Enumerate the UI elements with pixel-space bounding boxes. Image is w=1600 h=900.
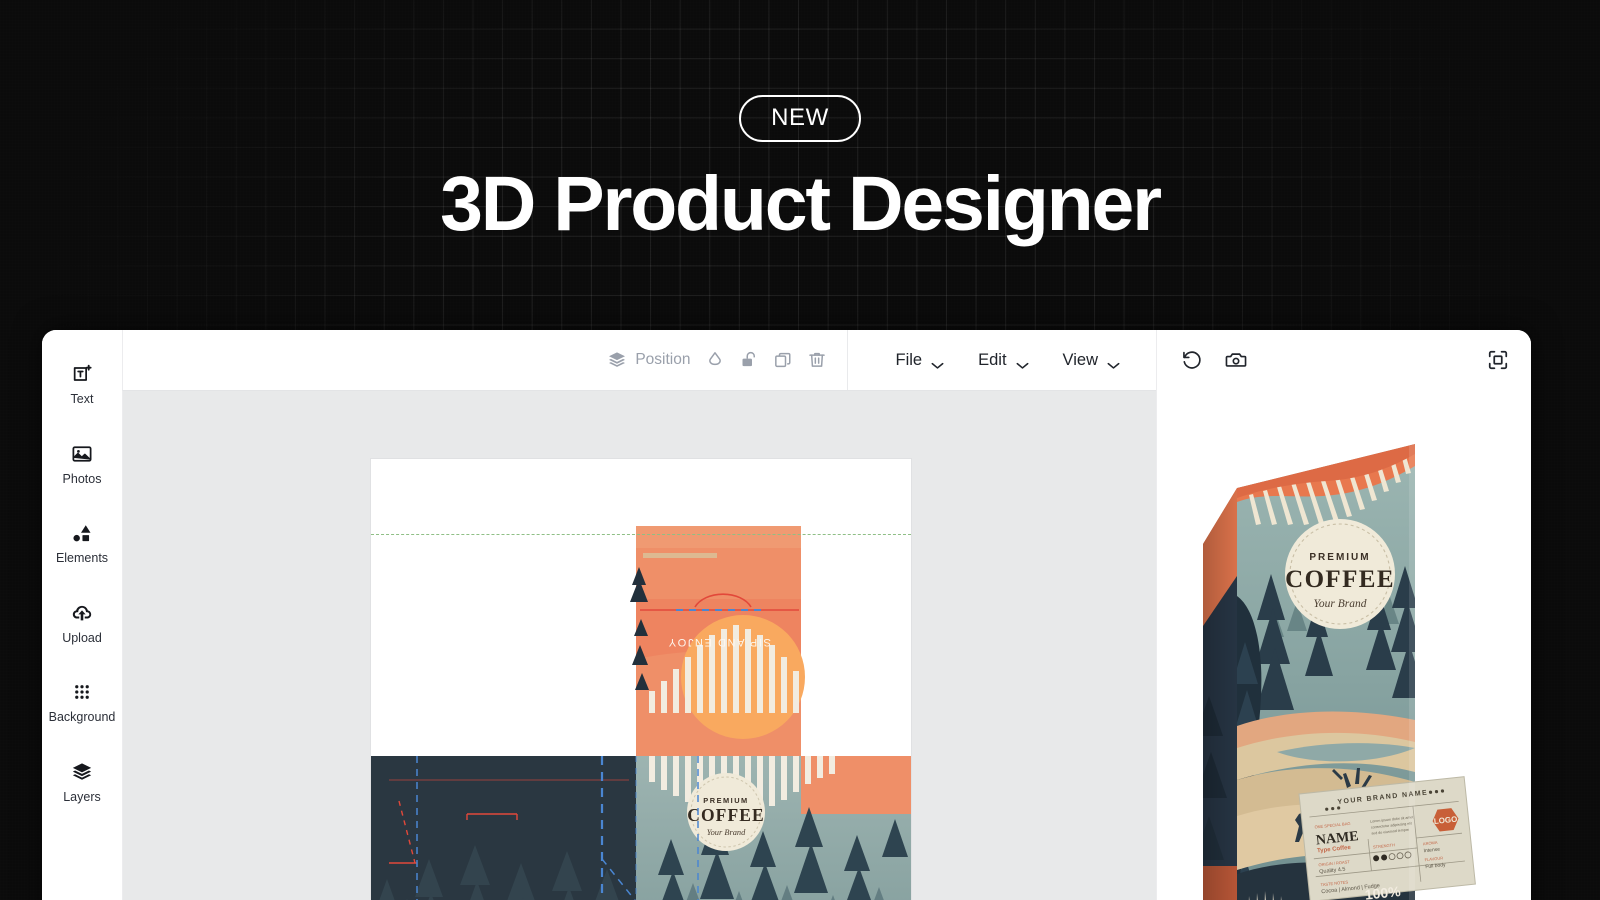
copy-icon[interactable] [773,350,793,370]
fit-screen-icon[interactable] [1487,349,1509,371]
sidebar-item-elements[interactable]: Elements [42,511,122,575]
image-icon [71,443,93,465]
menu-label: Edit [978,350,1007,369]
svg-text:SIP AND ENJOY: SIP AND ENJOY [667,636,771,648]
svg-text:PREMIUM: PREMIUM [703,796,748,805]
menu-edit[interactable]: Edit [964,342,1042,379]
editor-main: Position File Edit View SIP AND ENJOY PR… [122,330,1156,900]
alignment-guide [371,534,911,535]
trash-icon[interactable] [807,350,827,370]
text-add-icon [71,363,93,385]
sidebar-item-label: Text [70,392,94,406]
sidebar-item-text[interactable]: Text [42,352,122,416]
app-window: Text Photos Elements Upload Background L… [42,330,1531,900]
shapes-icon [71,522,93,544]
sidebar-item-label: Photos [62,471,102,486]
preview-panel: 12oz PREMIUM COFFEE Your Brand [1156,330,1531,900]
menu-label: View [1062,350,1098,369]
editor-toolbar: Position File Edit View [122,330,1156,390]
sidebar-item-background[interactable]: Background [42,670,122,734]
panel-collapse-button[interactable] [203,858,225,900]
svg-text:Your Brand: Your Brand [707,828,746,837]
preview-stage[interactable]: 12oz PREMIUM COFFEE Your Brand [1157,390,1531,900]
sidebar-item-label: Upload [62,630,102,645]
camera-icon[interactable] [1225,349,1247,371]
preview-toolbar [1157,330,1531,390]
droplet-icon[interactable] [705,350,725,370]
menu-label: File [895,350,923,369]
menu-bar: File Edit View [848,342,1157,379]
dieline-artwork: SIP AND ENJOY PREMIUM COFFEE Your Brand [371,459,911,900]
svg-text:COFFEE: COFFEE [1285,566,1395,593]
coffee-bag-3d: 12oz PREMIUM COFFEE Your Brand [1203,444,1476,900]
sidebar-item-label: Layers [63,789,101,804]
design-canvas[interactable]: SIP AND ENJOY PREMIUM COFFEE Your Brand [122,390,1156,900]
artboard[interactable]: SIP AND ENJOY PREMIUM COFFEE Your Brand [370,458,912,900]
left-sidebar: Text Photos Elements Upload Background L… [42,330,122,900]
grid-dots-icon [71,681,93,703]
page-title: 3D Product Designer [440,161,1162,247]
layers-icon [607,350,627,370]
unlock-icon[interactable] [739,350,759,370]
page-root: NEW 3D Product Designer Text Photos Elem… [0,0,1600,900]
sidebar-item-label: Background [48,710,116,724]
position-button[interactable]: Position [607,350,691,370]
layers-stack-icon [71,761,93,783]
sidebar-item-label: Elements [55,551,109,565]
chevron-down-icon [931,356,944,369]
object-tools: Position [607,350,846,370]
upload-cloud-icon [71,602,93,624]
sidebar-item-upload[interactable]: Upload [42,591,122,655]
chevron-down-icon [1016,356,1029,369]
position-label: Position [635,351,691,368]
new-badge: NEW [739,95,861,142]
rotate-ccw-icon[interactable] [1181,349,1203,371]
chevron-down-icon [1107,356,1120,369]
svg-text:PREMIUM: PREMIUM [1309,552,1370,563]
svg-text:Your Brand: Your Brand [1314,598,1367,610]
sidebar-item-layers[interactable]: Layers [42,750,122,814]
menu-file[interactable]: File [882,342,959,379]
sidebar-item-photos[interactable]: Photos [42,432,122,496]
menu-view[interactable]: View [1049,342,1134,379]
svg-text:COFFEE: COFFEE [687,805,765,825]
svg-text:100%: 100% [1364,883,1402,900]
hero-section: NEW 3D Product Designer [0,0,1600,244]
